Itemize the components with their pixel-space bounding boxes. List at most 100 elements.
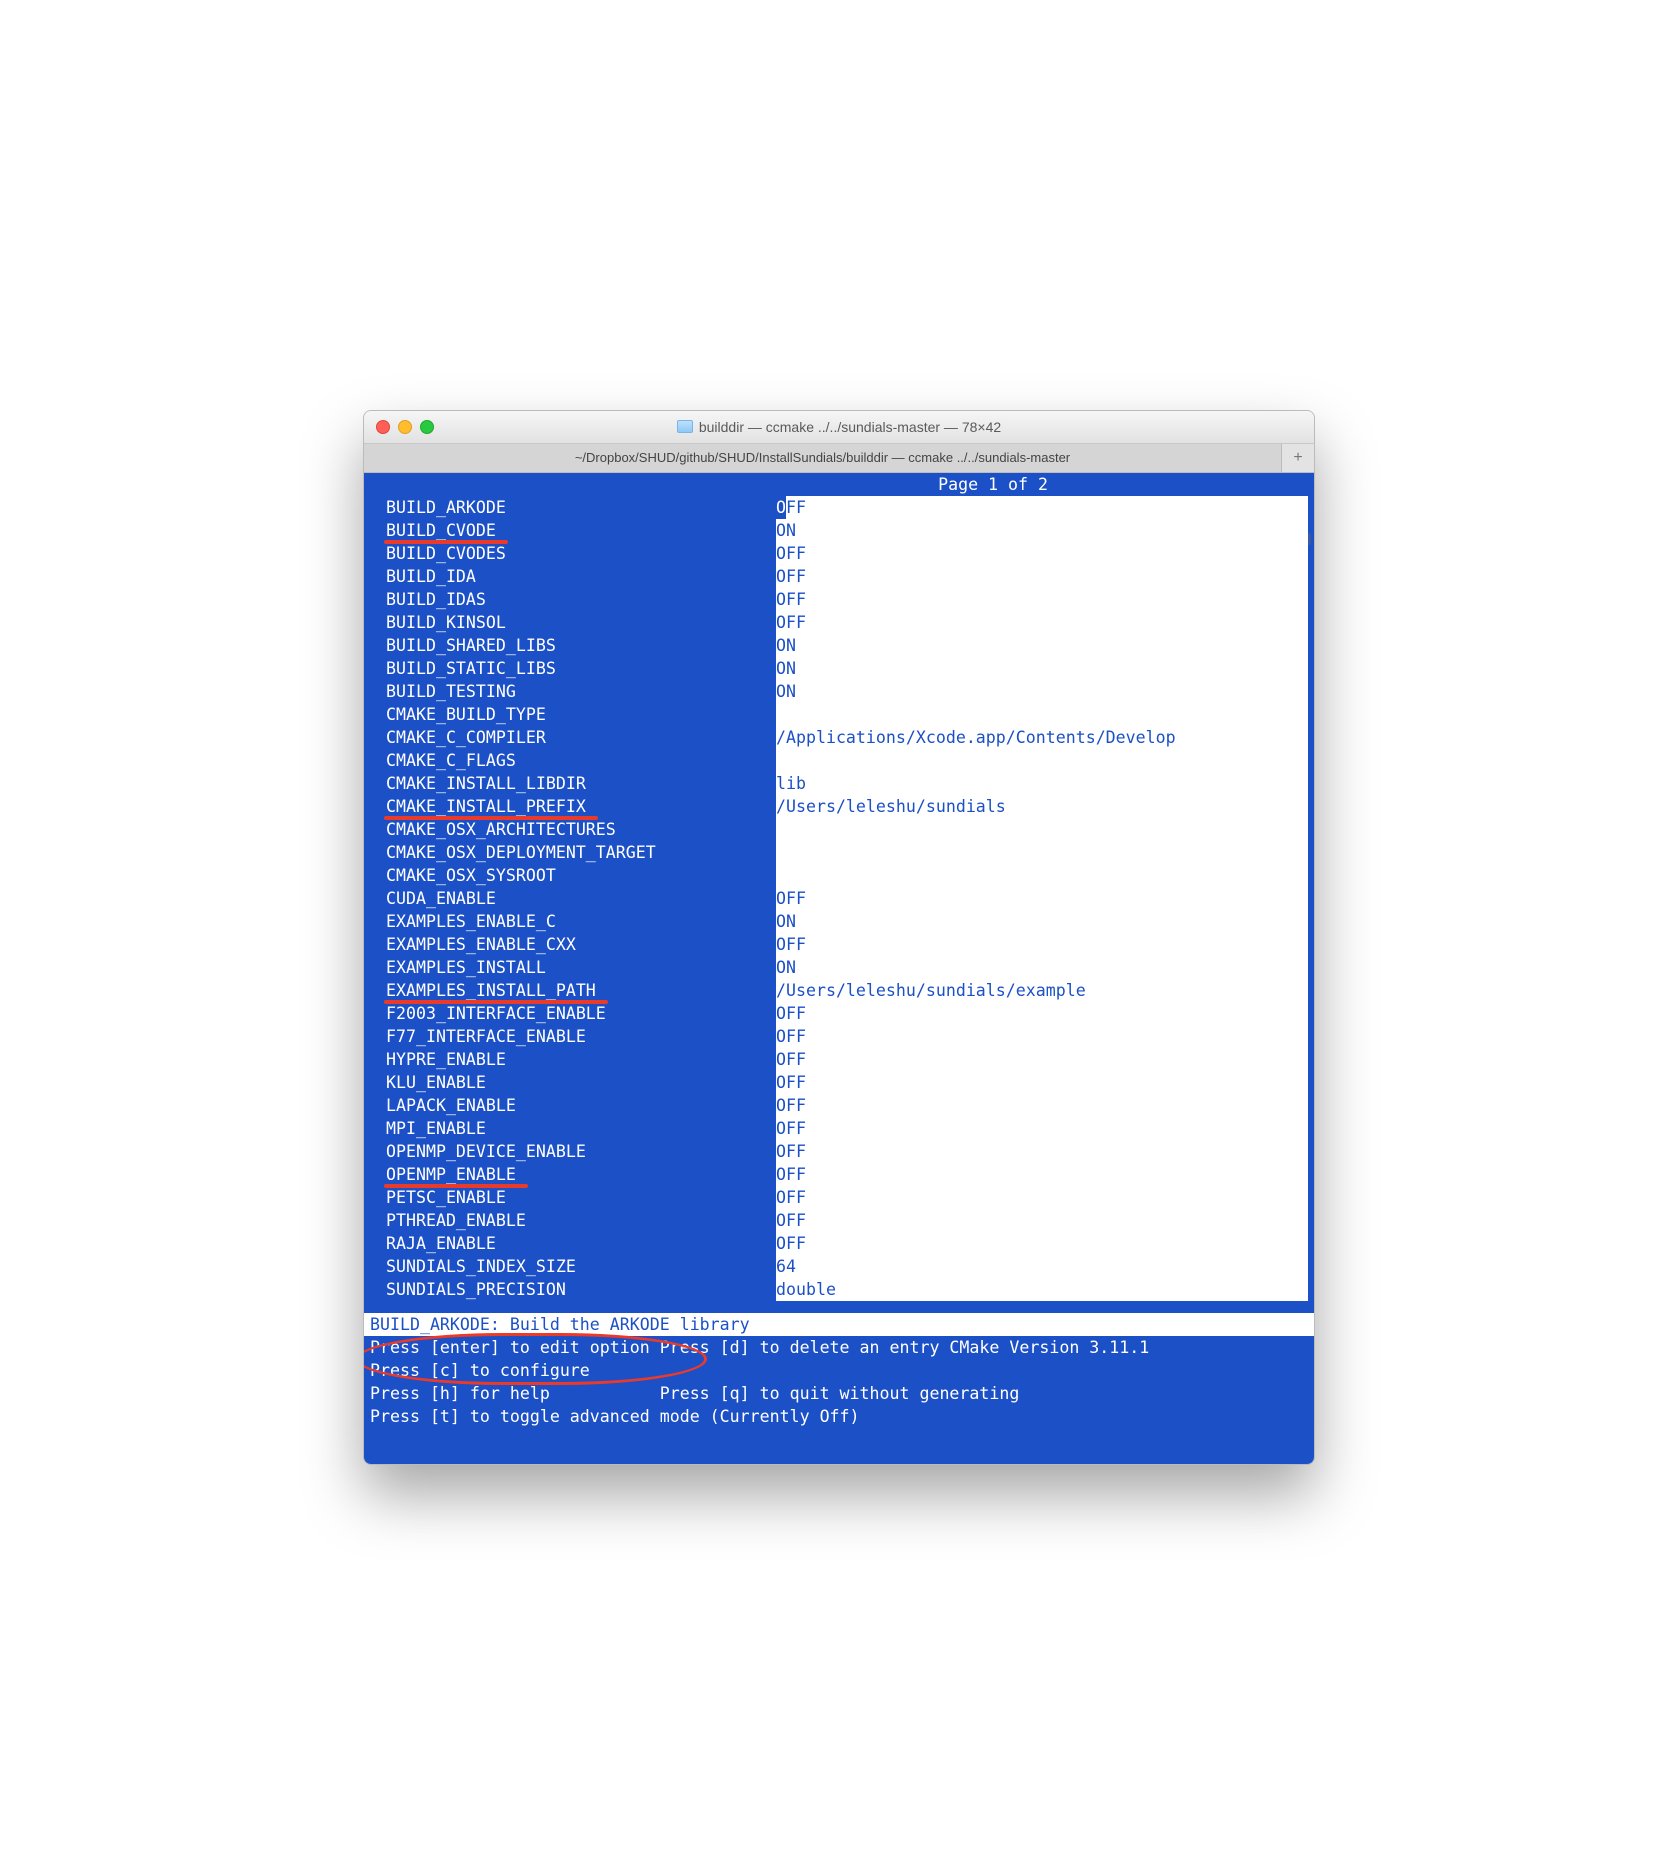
terminal-body[interactable]: Page 1 of 2 BUILD_ARKODEOFFBUILD_CVODEON…: [364, 473, 1314, 1464]
option-key: EXAMPLES_INSTALL_PATH: [370, 979, 776, 1002]
option-key: CMAKE_OSX_ARCHITECTURES: [370, 818, 776, 841]
option-row[interactable]: OPENMP_DEVICE_ENABLEOFF: [370, 1140, 1308, 1163]
option-value[interactable]: ON: [776, 910, 1308, 933]
option-row[interactable]: CMAKE_INSTALL_LIBDIRlib: [370, 772, 1308, 795]
option-row[interactable]: CMAKE_BUILD_TYPE: [370, 703, 1308, 726]
option-value[interactable]: ON: [776, 634, 1308, 657]
option-value[interactable]: ON: [776, 956, 1308, 979]
option-row[interactable]: CMAKE_OSX_ARCHITECTURES: [370, 818, 1308, 841]
option-value[interactable]: ON: [776, 680, 1308, 703]
option-row[interactable]: MPI_ENABLEOFF: [370, 1117, 1308, 1140]
option-value[interactable]: OFF: [776, 1094, 1308, 1117]
option-value[interactable]: OFF: [776, 1002, 1308, 1025]
option-row[interactable]: BUILD_TESTINGON: [370, 680, 1308, 703]
option-row[interactable]: EXAMPLES_INSTALLON: [370, 956, 1308, 979]
hint-edit-delete: Press [enter] to edit option Press [d] t…: [370, 1336, 1308, 1359]
option-key: BUILD_IDA: [370, 565, 776, 588]
option-value[interactable]: OFF: [776, 496, 1308, 519]
option-key: RAJA_ENABLE: [370, 1232, 776, 1255]
option-value[interactable]: OFF: [776, 1232, 1308, 1255]
window-title-text: builddir — ccmake ../../sundials-master …: [699, 419, 1001, 435]
option-key: OPENMP_ENABLE: [370, 1163, 776, 1186]
hint-configure: Press [c] to configure: [370, 1359, 1308, 1382]
hint-advanced: Press [t] to toggle advanced mode (Curre…: [370, 1405, 1308, 1428]
option-key: BUILD_IDAS: [370, 588, 776, 611]
option-value[interactable]: ON: [776, 519, 1308, 542]
option-value[interactable]: OFF: [776, 1117, 1308, 1140]
option-row[interactable]: BUILD_STATIC_LIBSON: [370, 657, 1308, 680]
new-tab-button[interactable]: +: [1282, 444, 1314, 472]
option-key: CMAKE_OSX_DEPLOYMENT_TARGET: [370, 841, 776, 864]
page-indicator: Page 1 of 2: [370, 473, 1308, 496]
option-row[interactable]: CMAKE_C_COMPILER/Applications/Xcode.app/…: [370, 726, 1308, 749]
option-value[interactable]: OFF: [776, 1209, 1308, 1232]
option-row[interactable]: CUDA_ENABLEOFF: [370, 887, 1308, 910]
option-value[interactable]: OFF: [776, 933, 1308, 956]
option-row[interactable]: BUILD_SHARED_LIBSON: [370, 634, 1308, 657]
option-row[interactable]: BUILD_CVODEON: [370, 519, 1308, 542]
option-row[interactable]: CMAKE_C_FLAGS: [370, 749, 1308, 772]
close-icon[interactable]: [376, 420, 390, 434]
option-key: EXAMPLES_INSTALL: [370, 956, 776, 979]
option-value[interactable]: OFF: [776, 1025, 1308, 1048]
option-row[interactable]: CMAKE_OSX_SYSROOT: [370, 864, 1308, 887]
option-value[interactable]: OFF: [776, 1186, 1308, 1209]
option-value[interactable]: OFF: [776, 611, 1308, 634]
option-key: BUILD_STATIC_LIBS: [370, 657, 776, 680]
option-row[interactable]: SUNDIALS_PRECISIONdouble: [370, 1278, 1308, 1301]
option-value[interactable]: [776, 749, 1308, 772]
option-row[interactable]: F77_INTERFACE_ENABLEOFF: [370, 1025, 1308, 1048]
option-value[interactable]: OFF: [776, 542, 1308, 565]
option-value[interactable]: /Users/leleshu/sundials: [776, 795, 1308, 818]
option-row[interactable]: PTHREAD_ENABLEOFF: [370, 1209, 1308, 1232]
option-value[interactable]: OFF: [776, 1163, 1308, 1186]
option-row[interactable]: HYPRE_ENABLEOFF: [370, 1048, 1308, 1071]
option-row[interactable]: EXAMPLES_ENABLE_CON: [370, 910, 1308, 933]
hint-help-quit: Press [h] for help Press [q] to quit wit…: [370, 1382, 1308, 1405]
cursor: O: [776, 496, 786, 519]
option-key: F77_INTERFACE_ENABLE: [370, 1025, 776, 1048]
option-value[interactable]: ON: [776, 657, 1308, 680]
option-value[interactable]: OFF: [776, 887, 1308, 910]
option-key: CUDA_ENABLE: [370, 887, 776, 910]
option-value[interactable]: [776, 841, 1308, 864]
option-value[interactable]: OFF: [776, 588, 1308, 611]
option-value[interactable]: 64: [776, 1255, 1308, 1278]
option-value[interactable]: /Applications/Xcode.app/Contents/Develop: [776, 726, 1308, 749]
option-value[interactable]: double: [776, 1278, 1308, 1301]
option-value[interactable]: [776, 864, 1308, 887]
option-key: PTHREAD_ENABLE: [370, 1209, 776, 1232]
minimize-icon[interactable]: [398, 420, 412, 434]
option-row[interactable]: EXAMPLES_INSTALL_PATH/Users/leleshu/sund…: [370, 979, 1308, 1002]
option-row[interactable]: OPENMP_ENABLEOFF: [370, 1163, 1308, 1186]
option-row[interactable]: SUNDIALS_INDEX_SIZE64: [370, 1255, 1308, 1278]
option-key: HYPRE_ENABLE: [370, 1048, 776, 1071]
zoom-icon[interactable]: [420, 420, 434, 434]
option-value[interactable]: lib: [776, 772, 1308, 795]
option-value[interactable]: OFF: [776, 565, 1308, 588]
option-row[interactable]: BUILD_CVODESOFF: [370, 542, 1308, 565]
option-row[interactable]: CMAKE_INSTALL_PREFIX/Users/leleshu/sundi…: [370, 795, 1308, 818]
option-row[interactable]: BUILD_ARKODEOFF: [370, 496, 1308, 519]
option-key: BUILD_KINSOL: [370, 611, 776, 634]
option-value[interactable]: OFF: [776, 1140, 1308, 1163]
status-area: BUILD_ARKODE: Build the ARKODE library P…: [370, 1313, 1308, 1428]
tab-active[interactable]: ~/Dropbox/SHUD/github/SHUD/InstallSundia…: [364, 444, 1282, 472]
option-value[interactable]: OFF: [776, 1071, 1308, 1094]
option-row[interactable]: CMAKE_OSX_DEPLOYMENT_TARGET: [370, 841, 1308, 864]
option-row[interactable]: BUILD_IDAOFF: [370, 565, 1308, 588]
option-row[interactable]: LAPACK_ENABLEOFF: [370, 1094, 1308, 1117]
option-row[interactable]: PETSC_ENABLEOFF: [370, 1186, 1308, 1209]
option-row[interactable]: EXAMPLES_ENABLE_CXXOFF: [370, 933, 1308, 956]
option-key: F2003_INTERFACE_ENABLE: [370, 1002, 776, 1025]
option-row[interactable]: KLU_ENABLEOFF: [370, 1071, 1308, 1094]
option-value[interactable]: OFF: [776, 1048, 1308, 1071]
option-row[interactable]: BUILD_IDASOFF: [370, 588, 1308, 611]
option-value[interactable]: [776, 703, 1308, 726]
option-value[interactable]: [776, 818, 1308, 841]
option-value[interactable]: /Users/leleshu/sundials/example: [776, 979, 1308, 1002]
option-row[interactable]: RAJA_ENABLEOFF: [370, 1232, 1308, 1255]
option-row[interactable]: F2003_INTERFACE_ENABLEOFF: [370, 1002, 1308, 1025]
option-row[interactable]: BUILD_KINSOLOFF: [370, 611, 1308, 634]
option-key: CMAKE_C_FLAGS: [370, 749, 776, 772]
